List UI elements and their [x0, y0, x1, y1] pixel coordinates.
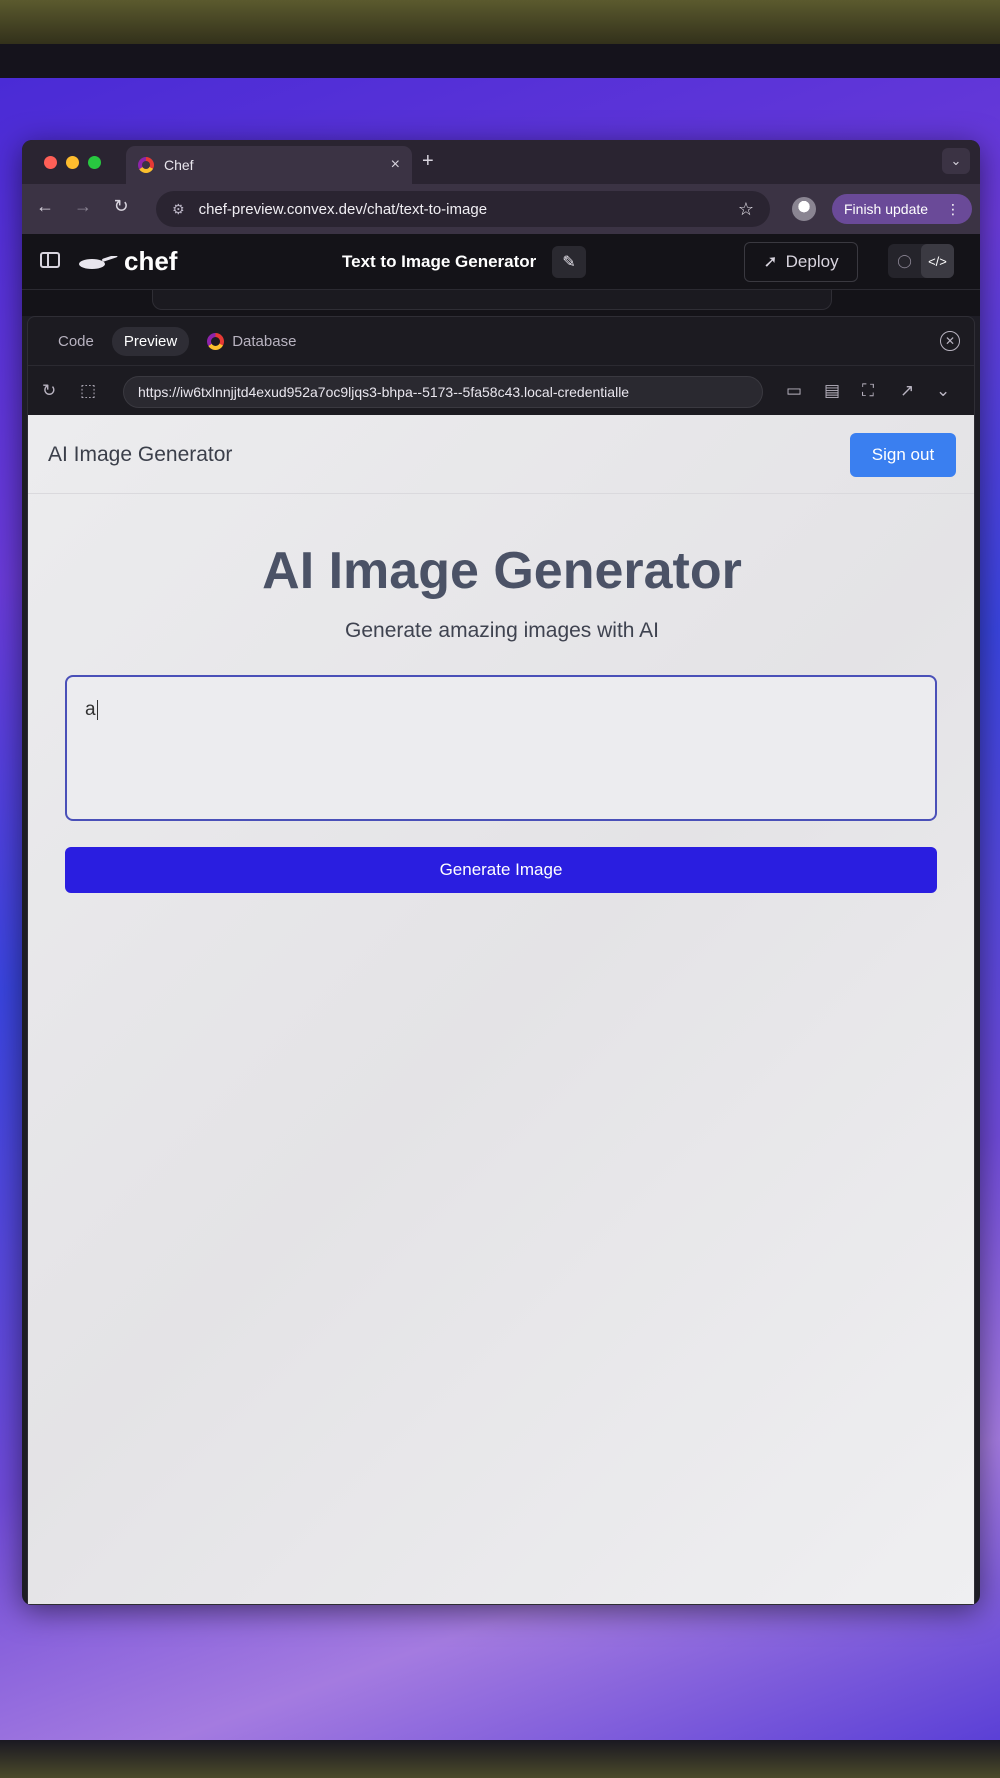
tab-title: Chef — [164, 157, 194, 173]
workbench-tabs: Code Preview Database — [28, 317, 974, 365]
chef-logo-text[interactable]: chef — [124, 246, 177, 277]
code-view-icon[interactable]: </> — [921, 244, 954, 278]
preview-toolbar: ↻ ⬚ https://iw6txlnnjjtd4exud952a7oc9ljq… — [28, 365, 974, 415]
browser-window: Chef × + ⌄ ← → ↻ ⚙ chef-preview.convex.d… — [22, 140, 980, 1605]
tab-strip: Chef × + ⌄ — [22, 140, 980, 184]
select-element-icon[interactable]: ⬚ — [80, 381, 96, 401]
forward-arrow-icon[interactable]: → — [72, 196, 94, 217]
monitor-top-edge — [0, 44, 1000, 78]
minimize-window-button[interactable] — [66, 156, 79, 169]
prompt-textarea[interactable]: a — [65, 675, 937, 821]
deploy-button[interactable]: ➚ Deploy — [744, 242, 858, 282]
tab-close-icon[interactable]: × — [391, 156, 400, 174]
zoom-window-button[interactable] — [88, 156, 101, 169]
finish-update-label: Finish update — [844, 201, 929, 217]
header-divider — [28, 493, 974, 494]
tab-preview[interactable]: Preview — [111, 326, 190, 356]
view-toggle: ◯ </> — [888, 244, 954, 278]
address-bar[interactable]: ⚙ chef-preview.convex.dev/chat/text-to-i… — [156, 191, 770, 227]
tab-preview-label: Preview — [123, 332, 178, 350]
browser-menu-icon[interactable]: ⋮ — [946, 201, 960, 218]
rocket-icon: ➚ — [763, 252, 778, 271]
site-settings-icon[interactable]: ⚙ — [172, 201, 185, 218]
bookmark-star-icon[interactable]: ☆ — [738, 199, 754, 220]
generate-image-button[interactable]: Generate Image — [65, 847, 937, 893]
close-workbench-icon[interactable]: ✕ — [940, 331, 960, 351]
profile-avatar-icon[interactable] — [792, 197, 816, 221]
sidebar-toggle-icon[interactable] — [40, 252, 60, 268]
chef-pan-logo-icon — [79, 256, 118, 269]
back-arrow-icon[interactable]: ← — [34, 196, 56, 217]
chef-header: chef Text to Image Generator ✎ ➚ Deploy … — [22, 234, 980, 290]
text-caret — [96, 699, 98, 720]
deploy-label: Deploy — [785, 252, 839, 271]
tab-code-label: Code — [58, 332, 94, 350]
chat-input-edge — [152, 290, 832, 310]
open-in-new-tab-icon[interactable]: ↗ — [900, 381, 914, 401]
workbench-panel: Code Preview Database ✕ ↻ ⬚ https://iw6t… — [27, 316, 975, 1605]
photo-bezel-top — [0, 0, 1000, 50]
sign-out-button[interactable]: Sign out — [850, 433, 956, 477]
reload-icon[interactable]: ↻ — [110, 196, 132, 217]
chat-view-icon[interactable]: ◯ — [888, 244, 921, 278]
edit-title-pencil-icon[interactable]: ✎ — [552, 246, 586, 278]
close-window-button[interactable] — [44, 156, 57, 169]
convex-database-icon — [207, 332, 225, 350]
fullscreen-icon[interactable]: ⛶ — [862, 381, 874, 401]
address-bar-url: chef-preview.convex.dev/chat/text-to-ima… — [198, 200, 488, 218]
browser-tab-chef[interactable]: Chef × — [126, 146, 412, 184]
tab-database[interactable]: Database — [195, 327, 308, 356]
tab-search-chevron-icon[interactable]: ⌄ — [942, 148, 970, 174]
new-tab-button[interactable]: + — [422, 150, 434, 173]
tab-database-label: Database — [232, 332, 297, 350]
preview-reload-icon[interactable]: ↻ — [42, 381, 56, 401]
device-preview-icon[interactable]: ▭ — [786, 381, 802, 401]
tab-code[interactable]: Code — [46, 327, 106, 356]
finish-update-button[interactable]: Finish update ⋮ — [832, 194, 972, 224]
chef-favicon-icon — [138, 157, 154, 173]
preview-brand: AI Image Generator — [48, 443, 233, 466]
prompt-value: a — [85, 699, 96, 720]
project-title: Text to Image Generator — [342, 252, 537, 271]
browser-toolbar: ← → ↻ ⚙ chef-preview.convex.dev/chat/tex… — [22, 184, 980, 234]
preview-url-field[interactable]: https://iw6txlnnjjtd4exud952a7oc9ljqs3-b… — [123, 376, 763, 408]
chevron-down-icon[interactable]: ⌄ — [936, 381, 950, 401]
photo-bezel-bottom — [0, 1740, 1000, 1778]
page-subheading: Generate amazing images with AI — [345, 619, 659, 642]
page-heading: AI Image Generator — [262, 542, 742, 600]
chat-area — [22, 290, 980, 316]
app-preview: AI Image Generator Sign out AI Image Gen… — [28, 415, 974, 1604]
layout-icon[interactable]: ▤ — [824, 381, 840, 401]
